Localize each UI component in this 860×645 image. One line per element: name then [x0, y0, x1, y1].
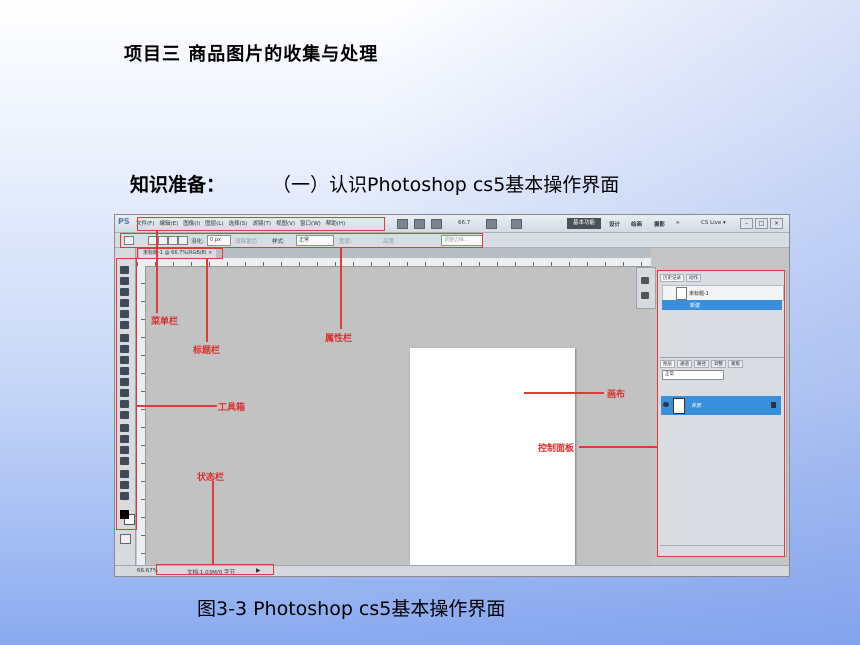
- arrange-docs-icon[interactable]: [486, 219, 497, 229]
- workspace-painting[interactable]: 绘画: [631, 220, 642, 228]
- toolbox-highlight: [116, 258, 137, 530]
- document-canvas[interactable]: [410, 348, 575, 576]
- panel-dock-strip: [636, 267, 656, 309]
- photoshop-screenshot: PS 文件(F) 编辑(E) 图像(I) 图层(L) 选择(S) 滤镜(T) 视…: [114, 214, 790, 577]
- options-leader: [340, 247, 342, 329]
- titlebar-callout: 标题栏: [193, 346, 221, 356]
- mini-bridge-icon[interactable]: [414, 219, 425, 229]
- quick-mask-icon[interactable]: [120, 534, 131, 544]
- knowledge-subtitle: （一）认识Photoshop cs5基本操作界面: [272, 174, 620, 196]
- canvas-area[interactable]: [146, 267, 651, 576]
- statusbar-callout: 状态栏: [197, 473, 225, 483]
- panels-callout: 控制面板: [538, 444, 575, 454]
- vertical-ruler: [137, 266, 146, 566]
- toolbox-callout: 工具箱: [218, 403, 246, 413]
- zoom-level[interactable]: 66.7: [458, 220, 470, 226]
- canvas-callout: 画布: [607, 390, 626, 400]
- minimize-button[interactable]: –: [740, 218, 753, 229]
- toolbox-leader: [137, 405, 217, 407]
- titlebar-highlight: [137, 248, 223, 259]
- panels-leader: [579, 446, 657, 448]
- view-extras-icon[interactable]: [431, 219, 442, 229]
- statusbar-highlight: [156, 564, 274, 575]
- cs-live-button[interactable]: CS Live ▾: [701, 220, 726, 226]
- maximize-button[interactable]: □: [755, 218, 768, 229]
- menubar-highlight: [137, 217, 385, 231]
- workspace-more[interactable]: »: [676, 220, 680, 226]
- workspace-photography[interactable]: 摄影: [654, 220, 665, 228]
- ps-logo: PS: [118, 217, 130, 226]
- screen-mode-icon[interactable]: [511, 219, 522, 229]
- figure-caption: 图3-3 Photoshop cs5基本操作界面: [197, 598, 506, 620]
- workspace-design[interactable]: 设计: [609, 220, 620, 228]
- panels-highlight: [657, 270, 785, 557]
- menubar-callout: 菜单栏: [151, 317, 179, 327]
- slide-title: 项目三 商品图片的收集与处理: [124, 44, 379, 65]
- options-bar-highlight: [120, 233, 483, 248]
- menubar-leader: [156, 231, 158, 313]
- color-panel-icon[interactable]: [641, 277, 649, 284]
- titlebar-leader: [206, 259, 208, 342]
- bridge-icon[interactable]: [397, 219, 408, 229]
- knowledge-label: 知识准备：: [130, 174, 226, 196]
- canvas-leader: [524, 392, 604, 394]
- horizontal-ruler: [137, 258, 651, 267]
- options-callout: 属性栏: [325, 334, 353, 344]
- statusbar-leader: [212, 481, 214, 564]
- workspace-essentials-button[interactable]: 基本功能: [567, 218, 601, 229]
- close-button[interactable]: ×: [770, 218, 783, 229]
- swatches-panel-icon[interactable]: [641, 292, 649, 299]
- status-zoom[interactable]: 66.67%: [137, 568, 158, 574]
